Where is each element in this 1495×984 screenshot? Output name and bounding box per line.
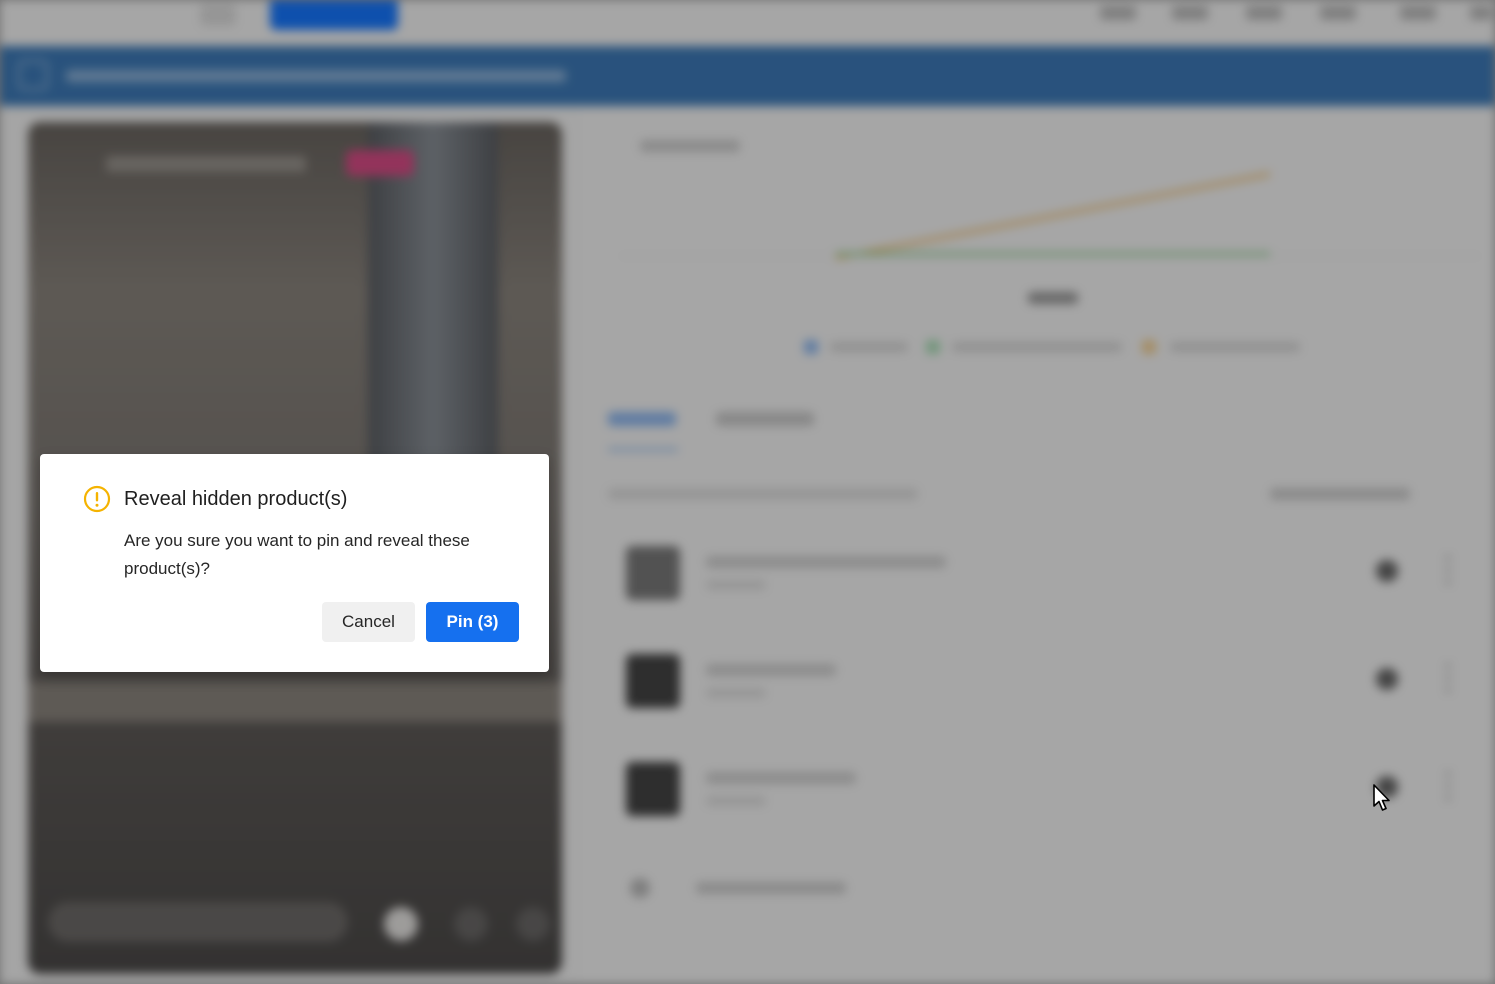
cancel-button[interactable]: Cancel [322,602,415,642]
mouse-cursor-icon [1373,784,1390,811]
warning-circle-icon [83,485,111,513]
dialog-message: Are you sure you want to pin and reveal … [124,531,470,578]
pin-confirm-button[interactable]: Pin (3) [426,602,519,642]
dialog-title: Reveal hidden product(s) [124,488,348,510]
screen: Reveal hidden product(s) Are you sure yo… [0,0,1495,984]
reveal-products-dialog: Reveal hidden product(s) Are you sure yo… [40,454,549,672]
